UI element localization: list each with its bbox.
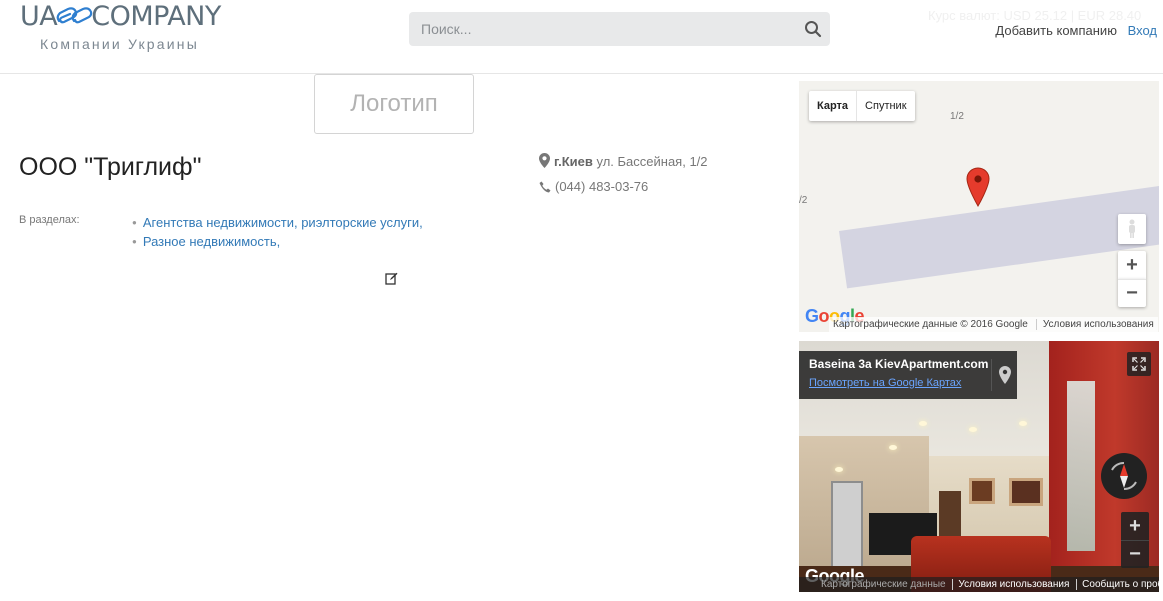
currency-rates: Курс валют: USD 25.12 | EUR 28.40 xyxy=(928,8,1142,23)
company-name: ООО "Триглиф" xyxy=(19,153,202,181)
separator: , xyxy=(276,234,281,249)
fullscreen-icon[interactable] xyxy=(1127,352,1151,376)
add-company-link[interactable]: Добавить компанию xyxy=(995,23,1117,38)
map-zoom-out-button[interactable]: − xyxy=(1118,279,1146,307)
sections-list: Агентства недвижимости, риэлторские услу… xyxy=(132,213,423,251)
search-icon[interactable] xyxy=(804,20,822,38)
top-links: Добавить компанию Вход xyxy=(995,23,1157,38)
map-zoom-in-button[interactable]: + xyxy=(1118,251,1146,279)
map-marker-icon xyxy=(539,153,550,168)
map-type-control: Карта Спутник xyxy=(809,91,915,121)
address-street: ул. Бассейная, 1/2 xyxy=(596,154,708,169)
logo-tagline: Компании Украины xyxy=(40,36,199,52)
phone-icon xyxy=(539,181,551,193)
map-terms-link[interactable]: Условия использования xyxy=(1035,319,1154,330)
map-type-satellite-button[interactable]: Спутник xyxy=(857,91,914,121)
map-attribution: Картографические данные © 2016 Google Усл… xyxy=(829,317,1158,332)
list-item: Разное недвижимость, xyxy=(132,232,423,251)
compass-icon[interactable] xyxy=(1101,453,1147,499)
sv-ceiling-light xyxy=(969,427,977,432)
logo-company-text: COMPANY xyxy=(91,1,221,32)
sv-glass-panel xyxy=(1067,381,1095,551)
company-address: г.Киев ул. Бассейная, 1/2 xyxy=(539,153,708,171)
report-problem-link[interactable]: Сообщить о проблеме xyxy=(1076,579,1159,590)
map-house-number: 1/2 xyxy=(950,111,964,122)
edit-icon[interactable] xyxy=(385,272,398,285)
sv-cabinet xyxy=(831,481,863,571)
view-on-google-maps-link[interactable]: Посмотреть на Google Картах xyxy=(809,377,1007,389)
site-header: UA COMPANY Компании Украины Курс валют: U… xyxy=(0,0,1163,74)
sv-terms-link[interactable]: Условия использования xyxy=(952,579,1070,590)
sv-picture xyxy=(969,478,995,504)
google-map[interactable]: 1/2 /2 Карта Спутник + − Google Картогра… xyxy=(799,81,1159,332)
section-link-misc-realty[interactable]: Разное недвижимость xyxy=(143,234,277,249)
search-bar xyxy=(409,12,830,46)
location-pin-icon[interactable] xyxy=(991,359,1017,391)
map-house-number: /2 xyxy=(799,195,808,206)
street-view-zoom-out-button[interactable]: − xyxy=(1121,540,1149,568)
logo-ua-text: UA xyxy=(20,1,58,32)
sv-data-credit: Картографические данные xyxy=(821,579,946,590)
map-type-map-button[interactable]: Карта xyxy=(809,91,858,121)
pegman-icon[interactable] xyxy=(1118,214,1146,244)
search-input[interactable] xyxy=(409,12,789,46)
sv-ceiling-light xyxy=(1019,421,1027,426)
map-data-credit: Картографические данные © 2016 Google xyxy=(833,319,1028,330)
sections-label: В разделах: xyxy=(19,214,80,226)
sv-ceiling-light xyxy=(889,445,897,450)
street-view-info-card: Baseina 3a KievApartment.com Посмотреть … xyxy=(799,351,1017,399)
list-item: Агентства недвижимости, риэлторские услу… xyxy=(132,213,423,232)
company-logo-placeholder: Логотип xyxy=(314,74,474,134)
section-link-realtor[interactable]: риэлторские услуги xyxy=(301,215,419,230)
company-phone: (044) 483-03-76 xyxy=(539,178,648,196)
street-view-panorama[interactable]: Baseina 3a KievApartment.com Посмотреть … xyxy=(799,341,1159,592)
section-link-agencies[interactable]: Агентства недвижимости xyxy=(143,215,294,230)
map-pin-icon[interactable] xyxy=(966,167,990,207)
address-city: г.Киев xyxy=(554,154,593,169)
sv-ceiling-light xyxy=(835,467,843,472)
sv-picture xyxy=(1009,478,1043,506)
logo-wordmark: UA COMPANY xyxy=(20,2,240,32)
site-logo[interactable]: UA COMPANY Компании Украины xyxy=(20,2,240,54)
paperclip-icon xyxy=(56,7,93,24)
phone-number: (044) 483-03-76 xyxy=(555,179,649,194)
separator: , xyxy=(419,215,423,230)
map-street xyxy=(839,183,1159,289)
sv-ceiling-light xyxy=(919,421,927,426)
street-view-attribution: Картографические данные Условия использо… xyxy=(799,577,1159,592)
login-link[interactable]: Вход xyxy=(1128,23,1157,38)
street-view-zoom-in-button[interactable]: + xyxy=(1121,512,1149,540)
street-view-title: Baseina 3a KievApartment.com xyxy=(809,357,989,371)
